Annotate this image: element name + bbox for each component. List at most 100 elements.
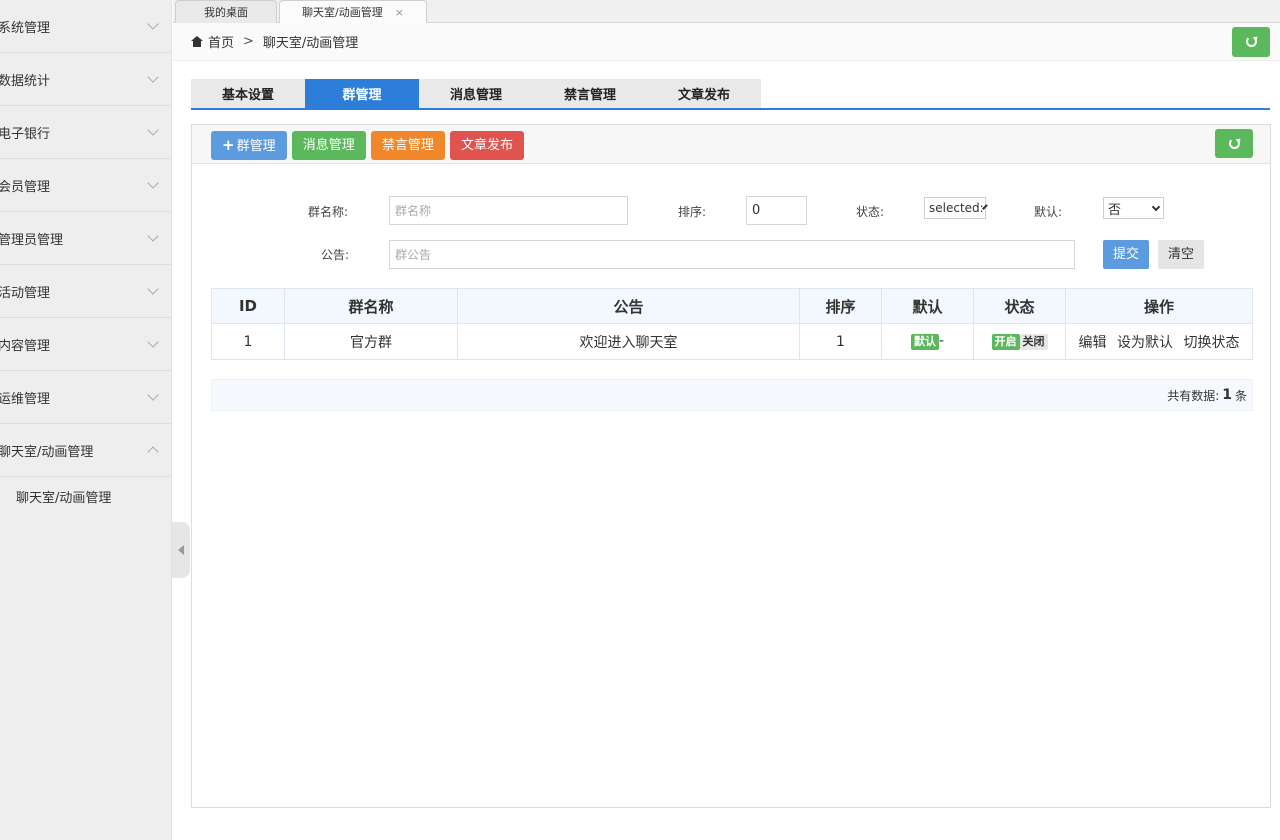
tab-mute-management[interactable]: 禁言管理 — [533, 79, 647, 108]
clear-button[interactable]: 清空 — [1158, 240, 1205, 269]
sidebar: 系统管理 数据统计 电子银行 会员管理 管理员管理 活动管理 内容管理 运维管理… — [0, 0, 172, 840]
notice-label: 公告: — [321, 248, 350, 262]
sidebar-item-system[interactable]: 系统管理 — [0, 0, 171, 53]
button-label: 群管理 — [236, 139, 276, 154]
submit-button[interactable]: 提交 — [1103, 240, 1150, 269]
cell-notice: 欢迎进入聊天室 — [457, 323, 800, 360]
main-panel: +群管理 消息管理 禁言管理 文章发布 群名称: 排序: 状态: selecte… — [191, 124, 1271, 808]
group-name-label: 群名称: — [308, 205, 349, 219]
tab-message-management[interactable]: 消息管理 — [419, 79, 533, 108]
total-suffix: 条 — [1234, 388, 1247, 403]
page-tab-chatroom[interactable]: 聊天室/动画管理 × — [279, 0, 427, 23]
sidebar-subitem-chatroom[interactable]: 聊天室/动画管理 — [0, 477, 171, 515]
column-header-name: 群名称 — [284, 288, 458, 324]
cell-name: 官方群 — [284, 323, 458, 360]
set-default-link[interactable]: 设为默认 — [1117, 335, 1173, 351]
mute-management-button[interactable]: 禁言管理 — [370, 131, 445, 160]
chevron-down-icon — [147, 336, 159, 348]
sidebar-item-label: 活动管理 — [0, 285, 51, 301]
sidebar-item-admins[interactable]: 管理员管理 — [0, 212, 171, 265]
chevron-down-icon — [147, 71, 159, 83]
table-row: 1 官方群 欢迎进入聊天室 1 默认 - 开启 关闭 编辑 设为默认 切换状态 — [211, 323, 1253, 360]
close-icon[interactable]: × — [395, 6, 404, 19]
article-publish-button[interactable]: 文章发布 — [450, 131, 525, 160]
column-header-notice: 公告 — [457, 288, 800, 324]
panel-refresh-button[interactable] — [1215, 129, 1253, 158]
sidebar-item-statistics[interactable]: 数据统计 — [0, 53, 171, 106]
status-label: 状态: — [856, 205, 885, 219]
page-tab-desktop[interactable]: 我的桌面 — [175, 0, 277, 23]
sidebar-item-label: 会员管理 — [0, 179, 51, 195]
cell-default: 默认 - — [881, 323, 974, 360]
sidebar-item-label: 运维管理 — [0, 391, 51, 407]
default-select-value: 否 — [1108, 202, 1122, 218]
group-table: ID 群名称 公告 排序 默认 状态 操作 1 官方群 欢迎进入聊天室 1 默认… — [211, 288, 1253, 360]
page-tab-strip: 我的桌面 聊天室/动画管理 × — [173, 0, 1280, 23]
page-refresh-button[interactable] — [1232, 26, 1270, 57]
cell-status: 开启 关闭 — [973, 323, 1066, 360]
tab-group-management[interactable]: 群管理 — [305, 79, 419, 108]
sidebar-item-chatroom[interactable]: 聊天室/动画管理 — [0, 424, 171, 477]
cell-actions: 编辑 设为默认 切换状态 — [1065, 323, 1253, 360]
notice-input[interactable] — [389, 240, 1075, 269]
chevron-down-icon — [147, 389, 159, 401]
chevron-up-icon — [147, 446, 159, 458]
default-select[interactable]: 否 — [1103, 197, 1164, 219]
refresh-icon — [1228, 138, 1240, 149]
group-management-button[interactable]: + 群管理 — [211, 131, 287, 160]
chevron-down-icon — [147, 230, 159, 242]
sidebar-collapse-button[interactable] — [172, 522, 190, 578]
tab-article-publish[interactable]: 文章发布 — [647, 79, 761, 108]
sidebar-item-ops[interactable]: 运维管理 — [0, 371, 171, 424]
chevron-down-icon — [147, 283, 159, 295]
total-prefix: 共有数据: — [1167, 388, 1220, 403]
default-label: 默认: — [1034, 205, 1063, 219]
section-tabs: 基本设置 群管理 消息管理 禁言管理 文章发布 — [191, 79, 1270, 110]
sidebar-item-label: 聊天室/动画管理 — [0, 444, 94, 460]
status-select[interactable]: selected: — [924, 197, 988, 219]
sidebar-item-members[interactable]: 会员管理 — [0, 159, 171, 212]
breadcrumb: 首页 > 聊天室/动画管理 — [173, 23, 1280, 61]
column-header-actions: 操作 — [1065, 288, 1253, 324]
sidebar-item-label: 数据统计 — [0, 73, 51, 89]
sidebar-item-label: 管理员管理 — [0, 232, 64, 248]
breadcrumb-current: 聊天室/动画管理 — [262, 36, 359, 51]
group-name-input[interactable] — [389, 196, 628, 225]
message-management-button[interactable]: 消息管理 — [291, 131, 366, 160]
column-header-sort: 排序 — [799, 288, 882, 324]
cell-id: 1 — [211, 323, 285, 360]
column-header-default: 默认 — [881, 288, 974, 324]
chevron-down-icon — [147, 177, 159, 189]
column-header-status: 状态 — [973, 288, 1066, 324]
sort-input[interactable] — [746, 196, 807, 225]
status-select-value: selected: — [929, 201, 984, 215]
chevron-down-icon — [147, 124, 159, 136]
toggle-status-link[interactable]: 切换状态 — [1183, 335, 1239, 351]
table-footer: 共有数据: 1 条 — [211, 379, 1253, 411]
edit-link[interactable]: 编辑 — [1079, 335, 1107, 351]
status-off-badge: 关闭 — [1019, 334, 1048, 350]
tab-basic-settings[interactable]: 基本设置 — [191, 79, 305, 108]
default-suffix: - — [938, 333, 945, 349]
page-tab-label: 聊天室/动画管理 — [302, 6, 383, 19]
sidebar-item-label: 电子银行 — [0, 126, 51, 142]
chevron-down-icon — [1151, 202, 1161, 211]
sidebar-item-content[interactable]: 内容管理 — [0, 318, 171, 371]
panel-toolbar: + 群管理 消息管理 禁言管理 文章发布 — [192, 125, 1270, 164]
sidebar-item-label: 内容管理 — [0, 338, 51, 354]
column-header-id: ID — [211, 288, 285, 324]
status-on-badge: 开启 — [991, 334, 1020, 350]
chevron-down-icon — [147, 18, 159, 30]
triangle-left-icon — [178, 545, 184, 555]
sidebar-item-activities[interactable]: 活动管理 — [0, 265, 171, 318]
page-tab-label: 我的桌面 — [204, 6, 248, 19]
total-count: 1 — [1222, 387, 1232, 403]
sidebar-item-ebank[interactable]: 电子银行 — [0, 106, 171, 159]
default-badge: 默认 — [910, 334, 939, 350]
breadcrumb-separator: > — [243, 34, 254, 49]
cell-sort: 1 — [799, 323, 882, 360]
sidebar-item-label: 系统管理 — [0, 20, 51, 36]
refresh-icon — [1245, 36, 1257, 47]
plus-icon: + — [222, 136, 235, 154]
breadcrumb-home[interactable]: 首页 — [208, 32, 234, 51]
